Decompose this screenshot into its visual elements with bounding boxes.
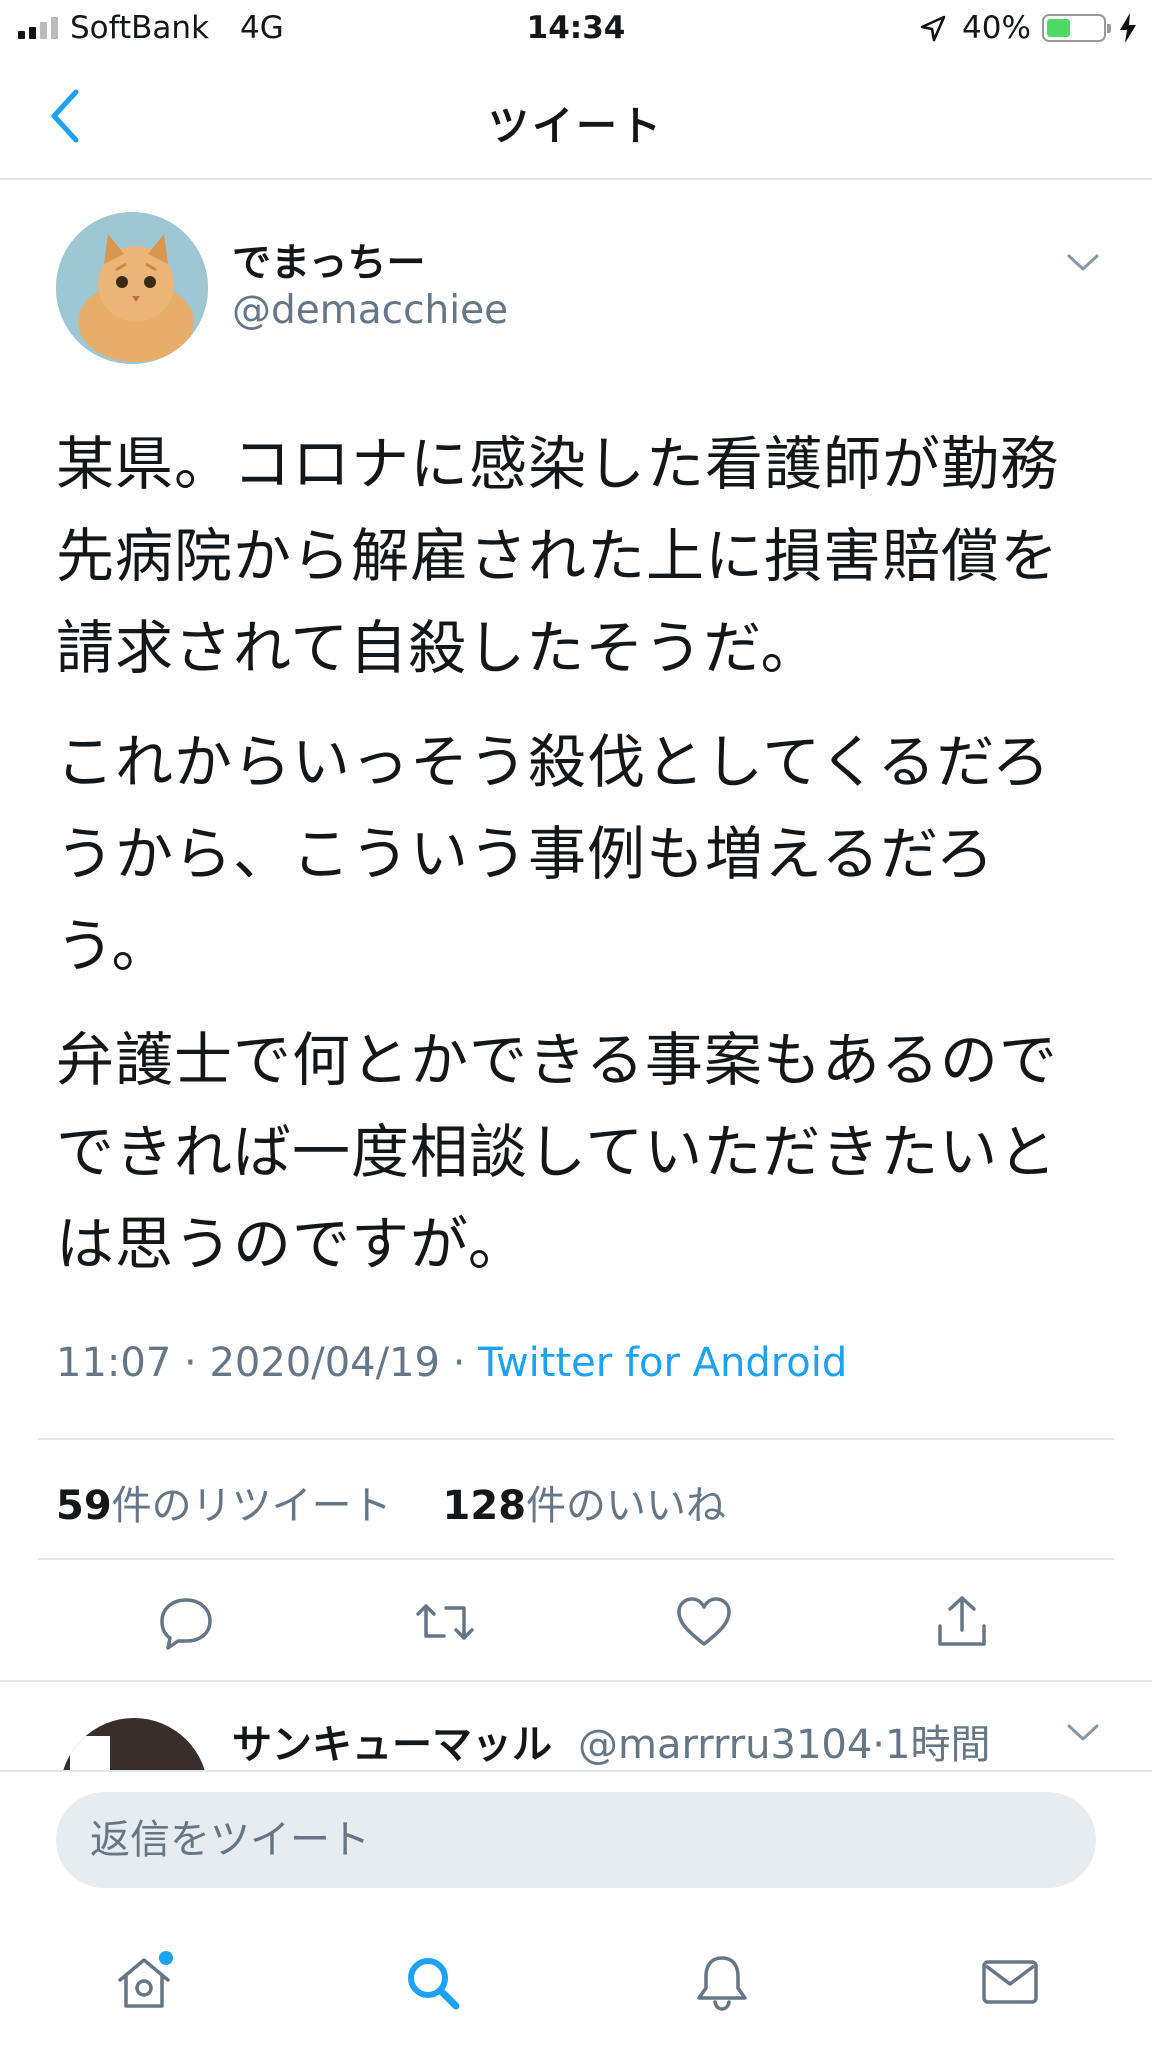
share-icon — [938, 1596, 986, 1646]
reply-input[interactable] — [56, 1792, 1096, 1888]
author-avatar[interactable] — [56, 212, 208, 364]
like-button[interactable] — [674, 1592, 734, 1652]
tweet-metadata: 11:07 · 2020/04/19 · Twitter for Android — [56, 1340, 847, 1386]
battery-percent: 40% — [962, 10, 1031, 46]
reply-handle-text: @marrrru3104 — [578, 1722, 873, 1768]
messages-icon — [982, 1960, 1038, 2004]
retweet-button[interactable] — [414, 1592, 474, 1652]
author-name[interactable]: でまっちー — [232, 232, 425, 288]
tweet-time: 11:07 — [56, 1340, 172, 1386]
tweet-paragraph: これからいっそう殺伐としてくるだろうから、こういう事例も増えるだろう。 — [56, 728, 1051, 980]
reply-button[interactable] — [156, 1592, 216, 1652]
chevron-down-icon — [1067, 254, 1099, 271]
notifications-icon — [697, 1956, 747, 2011]
location-arrow-icon — [918, 14, 948, 52]
like-label: 件のいいね — [526, 1483, 727, 1529]
retweet-count: 59 — [56, 1483, 112, 1529]
page-title: ツイート — [488, 102, 664, 150]
tab-home[interactable] — [112, 1950, 176, 2014]
divider — [0, 1680, 1152, 1682]
cat-photo-icon — [56, 212, 208, 364]
like-stat[interactable]: 128件のいいね — [443, 1483, 727, 1529]
reply-icon — [160, 1598, 212, 1650]
status-bar: SoftBank 4G 14:34 40% — [0, 0, 1152, 60]
reply-time: 1時間 — [885, 1722, 991, 1768]
retweet-icon — [416, 1604, 474, 1640]
search-icon — [408, 1958, 460, 2010]
tweet-date: 2020/04/19 — [209, 1340, 440, 1386]
chevron-down-icon — [1067, 1724, 1099, 1741]
tweet-client-link[interactable]: Twitter for Android — [478, 1340, 847, 1386]
tweet-paragraph: 某県。コロナに感染した看護師が勤務先病院から解雇された上に損害賠償を請求されて自… — [56, 430, 1060, 682]
like-icon — [677, 1597, 731, 1646]
tab-notifications[interactable] — [690, 1950, 754, 2014]
meta-separator: · — [184, 1340, 197, 1386]
divider — [38, 1438, 1114, 1440]
like-count: 128 — [442, 1483, 527, 1529]
tweet-options-button[interactable] — [1066, 252, 1100, 278]
tweet-stats: 59件のリツイート 128件のいいね — [56, 1473, 726, 1531]
tab-search[interactable] — [400, 1950, 464, 2014]
share-button[interactable] — [932, 1592, 992, 1652]
divider — [38, 1558, 1114, 1560]
charging-bolt-icon — [1118, 12, 1138, 52]
tab-messages[interactable] — [978, 1950, 1042, 2014]
retweet-label: 件のリツイート — [111, 1483, 392, 1529]
reply-author-name[interactable]: サンキューマッル — [232, 1712, 552, 1770]
author-handle[interactable]: @demacchiee — [232, 288, 508, 333]
meta-separator: · — [452, 1340, 466, 1386]
reply-options-button[interactable] — [1066, 1722, 1100, 1748]
meta-separator: · — [872, 1722, 886, 1768]
tweet-paragraph: 弁護士で何とかできる事案もあるのでできれば一度相談していただきたいとは思うのです… — [56, 1026, 1058, 1278]
retweet-stat[interactable]: 59件のリツイート — [56, 1483, 392, 1529]
tweet-text: 某県。コロナに感染した看護師が勤務先病院から解雇された上に損害賠償を請求されて自… — [56, 418, 1106, 1312]
reply-author-handle[interactable]: @marrrru3104·1時間 — [578, 1712, 990, 1770]
battery-icon — [1042, 14, 1111, 42]
home-icon — [118, 1951, 173, 2008]
